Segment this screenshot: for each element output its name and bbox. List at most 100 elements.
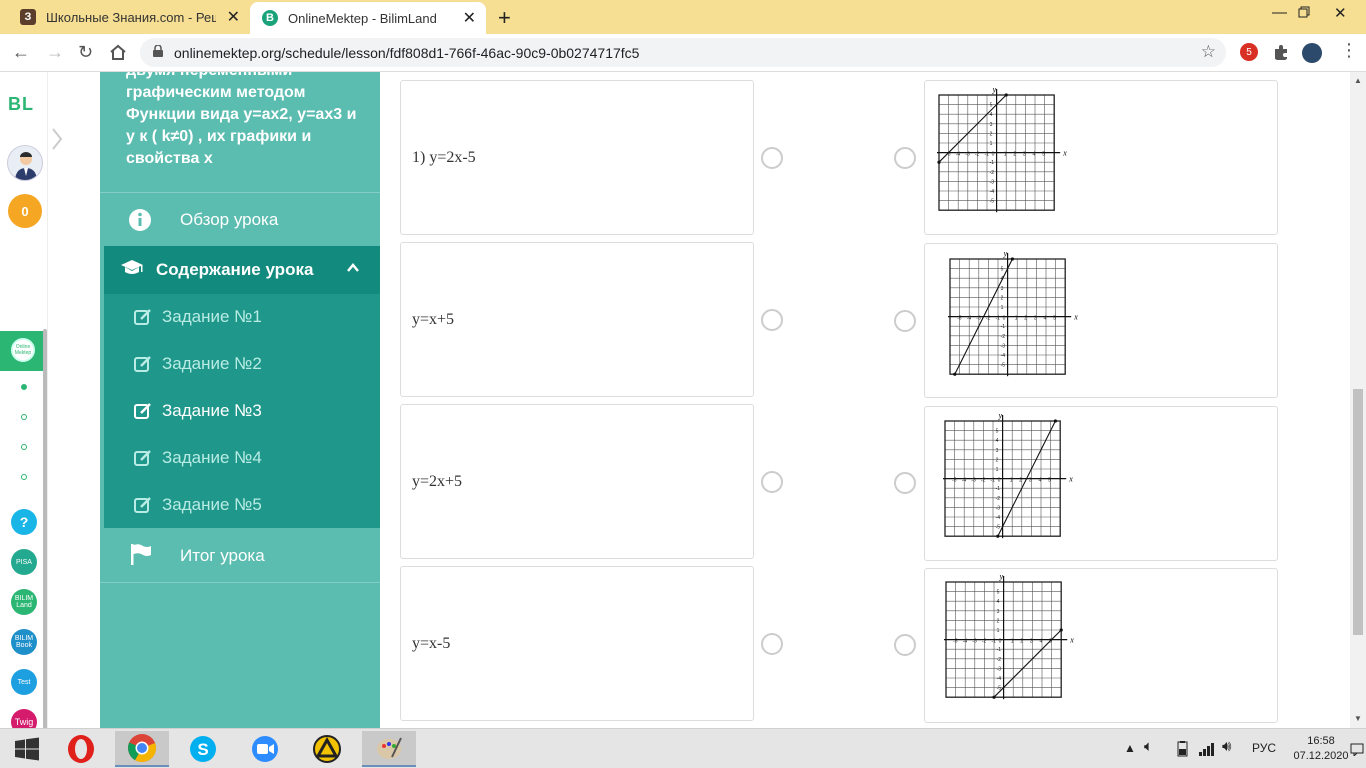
x-tick-label: -2 <box>975 152 980 158</box>
rail-dot[interactable] <box>21 444 27 450</box>
task-item-4[interactable]: Задание №4 <box>134 443 262 473</box>
back-arrow-icon[interactable]: ← <box>12 42 30 63</box>
graph-card[interactable]: xy-5-5-4-4-3-3-2-2-1-111223344550 <box>924 406 1278 561</box>
x-tick-label: -2 <box>982 639 987 645</box>
line-end-point <box>937 160 941 164</box>
equation-card[interactable]: 1) y=2x-5 <box>400 80 754 235</box>
home-icon[interactable] <box>109 44 127 61</box>
speaker-icon[interactable]: 🔊︎ <box>1222 738 1231 755</box>
reload-icon[interactable]: ↻ <box>78 42 93 63</box>
chevron-right-icon[interactable] <box>48 126 66 152</box>
zoom-app[interactable] <box>238 731 292 767</box>
pisa-app[interactable]: PISA <box>11 549 37 575</box>
graph-match-radio[interactable] <box>894 634 916 656</box>
x-tick-label: -5 <box>953 639 958 645</box>
restore-icon[interactable] <box>1298 6 1310 18</box>
bilimland-logo[interactable]: BL <box>8 94 34 115</box>
volume-icon[interactable]: 🔈︎ <box>1144 738 1153 755</box>
task-item-3[interactable]: Задание №3 <box>134 396 262 426</box>
close-tab-icon[interactable]: ✕ <box>227 7 240 27</box>
network-signal-icon[interactable] <box>1198 741 1216 757</box>
rail-scrollbar[interactable] <box>43 329 47 739</box>
app-rail: BL 0 Online Mektep ? PISA BILIM Land BIL… <box>0 72 48 739</box>
chrome-app[interactable] <box>115 731 169 767</box>
coordinate-graph: xy-5-5-4-4-3-3-2-2-1-111223344550 <box>948 251 1078 377</box>
equation-match-radio[interactable] <box>761 471 783 493</box>
language-indicator[interactable]: РУС <box>1252 741 1276 755</box>
close-window-icon[interactable]: ✕ <box>1334 4 1347 22</box>
equation-card[interactable]: y=x+5 <box>400 242 754 397</box>
opera-icon <box>68 735 94 763</box>
new-tab-button[interactable]: + <box>498 5 511 31</box>
archicad-app[interactable] <box>300 731 354 767</box>
scroll-down-icon[interactable]: ▼ <box>1354 714 1362 723</box>
rail-dot[interactable] <box>21 414 27 420</box>
equation-match-radio[interactable] <box>761 309 783 331</box>
info-icon <box>128 208 152 232</box>
x-axis-label: x <box>1068 475 1073 484</box>
y-tick-label: 2 <box>1001 295 1004 301</box>
graph-card[interactable]: xy-5-5-4-4-3-3-2-2-1-111223344550 <box>924 243 1278 398</box>
paint-app[interactable] <box>362 731 416 767</box>
x-tick-label: -3 <box>976 316 981 322</box>
equation-match-radio[interactable] <box>761 633 783 655</box>
scrollbar-thumb[interactable] <box>1353 389 1363 635</box>
task-item-1[interactable]: Задание №1 <box>134 302 262 332</box>
equation-card[interactable]: y=x-5 <box>400 566 754 721</box>
lesson-overview-item[interactable]: Обзор урока <box>100 194 380 246</box>
tab-shkolnye-znaniya[interactable]: З Школьные Знания.com - Решае ✕ <box>8 0 250 34</box>
address-bar[interactable]: onlinemektep.org/schedule/lesson/fdf808d… <box>140 38 1226 67</box>
bilimbook-app[interactable]: BILIM Book <box>11 629 37 655</box>
browser-menu-icon[interactable]: ⋮ <box>1340 40 1358 61</box>
x-axis-label: x <box>1062 149 1067 158</box>
bilimland-app[interactable]: BILIM Land <box>11 589 37 615</box>
forward-arrow-icon[interactable]: → <box>46 42 64 63</box>
y-axis-label: y <box>992 87 997 94</box>
page-scrollbar[interactable]: ▲ ▼ <box>1350 72 1366 728</box>
profile-avatar[interactable] <box>1302 43 1322 63</box>
task-item-2[interactable]: Задание №2 <box>134 349 262 379</box>
coin-counter[interactable]: 0 <box>8 194 42 228</box>
help-app[interactable]: ? <box>11 509 37 535</box>
start-button[interactable] <box>0 731 54 767</box>
rail-dot[interactable] <box>21 384 27 390</box>
scroll-up-icon[interactable]: ▲ <box>1354 76 1362 85</box>
y-tick-label: -4 <box>1001 353 1006 359</box>
battery-icon[interactable] <box>1174 741 1192 757</box>
graph-card[interactable]: xy-5-5-4-4-3-3-2-2-1-111223344550 <box>924 80 1278 235</box>
browser-toolbar: ← → ↻ onlinemektep.org/schedule/lesson/f… <box>0 34 1366 72</box>
tray-expand-icon[interactable]: ▲ <box>1124 741 1136 755</box>
online-mektep-app[interactable]: Online Mektep <box>0 331 43 371</box>
extension-icon[interactable]: 5 <box>1240 43 1258 61</box>
user-avatar[interactable] <box>7 145 43 181</box>
equation-match-radio[interactable] <box>761 147 783 169</box>
lesson-contents-header[interactable]: Содержание урока <box>104 246 380 294</box>
lesson-summary-item[interactable]: Итог урока <box>100 528 380 582</box>
tab-onlinemektep[interactable]: B OnlineMektep - BilimLand ✕ <box>250 2 486 34</box>
close-tab-icon[interactable]: ✕ <box>463 8 476 28</box>
x-axis-label: x <box>1069 636 1074 645</box>
task-item-5[interactable]: Задание №5 <box>134 490 262 520</box>
y-tick-label: 1 <box>997 628 1000 634</box>
minimize-icon[interactable]: — <box>1272 4 1287 21</box>
skype-app[interactable]: S <box>176 731 230 767</box>
x-tick-label: 4 <box>1033 152 1036 158</box>
x-tick-label: -1 <box>985 152 990 158</box>
puzzle-extensions-icon[interactable] <box>1272 43 1290 61</box>
bookmark-star-icon[interactable]: ☆ <box>1201 42 1216 62</box>
graph-card[interactable]: xy-5-5-4-4-3-3-2-2-1-111223344550 <box>924 568 1278 723</box>
x-tick-label: 3 <box>1034 316 1037 322</box>
graph-match-radio[interactable] <box>894 147 916 169</box>
test-app[interactable]: Test <box>11 669 37 695</box>
graph-match-radio[interactable] <box>894 472 916 494</box>
equation-card[interactable]: y=2x+5 <box>400 404 754 559</box>
graph-match-radio[interactable] <box>894 310 916 332</box>
browser-tab-strip: З Школьные Знания.com - Решае ✕ B Online… <box>0 0 1366 34</box>
opera-app[interactable] <box>54 731 108 767</box>
system-clock[interactable]: 16:58 07.12.2020 <box>1290 734 1352 764</box>
edit-icon <box>134 403 151 419</box>
rail-dot[interactable] <box>21 474 27 480</box>
bilimland-favicon-icon: B <box>262 10 278 26</box>
notifications-icon[interactable] <box>1350 742 1364 756</box>
x-tick-label: 1 <box>1015 316 1018 322</box>
